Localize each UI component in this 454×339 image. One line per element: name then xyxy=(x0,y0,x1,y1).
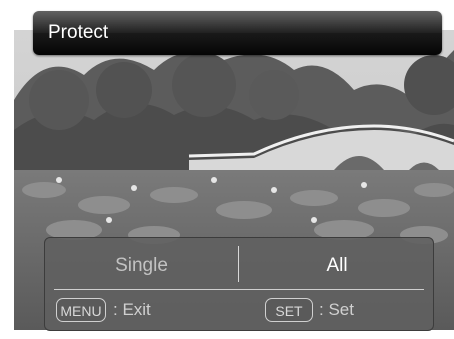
camera-lcd-screen: Protect Single All MENU : Exit SET : Set xyxy=(0,0,454,339)
menu-button[interactable]: MENU xyxy=(56,298,106,322)
option-all[interactable]: All xyxy=(239,238,435,290)
panel-separator xyxy=(54,289,424,290)
protect-menu-panel: Single All MENU : Exit SET : Set xyxy=(44,237,434,331)
exit-hint: : Exit xyxy=(113,300,151,319)
page-title: Protect xyxy=(48,22,109,43)
set-button[interactable]: SET xyxy=(265,298,313,322)
title-bar: Protect xyxy=(33,11,442,55)
option-single[interactable]: Single xyxy=(45,238,238,290)
set-hint: : Set xyxy=(319,300,354,319)
